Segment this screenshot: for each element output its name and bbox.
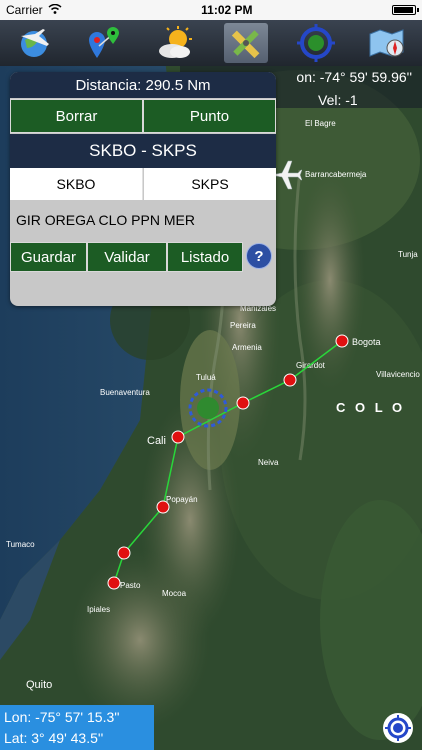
globe-plane-icon (21, 29, 50, 57)
city-label: Pasto (120, 581, 141, 590)
waypoint-marker[interactable] (107, 576, 121, 590)
cursor-coordinates: Lon: -75° 57' 15.3'' Lat: 3° 49' 43.5'' (0, 705, 154, 750)
distance-label: Distancia: 290.5 Nm (10, 72, 276, 98)
crosshair-target-icon (297, 24, 336, 62)
city-label: El Bagre (305, 119, 336, 128)
city-label: Popayán (166, 495, 198, 504)
wifi-icon (48, 3, 62, 17)
city-label: Neiva (258, 458, 279, 467)
locate-button[interactable] (383, 713, 413, 743)
waypoint-marker[interactable] (117, 546, 131, 560)
longitude-readout: on: -74° 59' 59.96'' (296, 69, 412, 85)
country-label: C O L O (336, 400, 405, 415)
cursor-longitude: Lon: -75° 57' 15.3'' (4, 709, 120, 725)
globe-plane-button[interactable] (13, 23, 57, 63)
route-input[interactable] (10, 200, 276, 240)
map-compass-button[interactable] (365, 23, 409, 63)
battery-level (393, 7, 413, 13)
city-label: Tuluá (196, 373, 216, 382)
route-panel: Distancia: 290.5 Nm Borrar Punto SKBO - … (10, 72, 276, 306)
city-label: Barrancabermeja (305, 170, 367, 179)
target-button[interactable] (294, 23, 338, 63)
origin-field[interactable]: SKBO (10, 168, 143, 200)
validate-button[interactable]: Validar (87, 242, 167, 272)
city-label: Quito (26, 679, 52, 691)
map-compass-icon (369, 29, 404, 57)
city-label: Villavicencio (376, 370, 420, 379)
weather-button[interactable] (154, 23, 198, 63)
city-label: Pereira (230, 321, 256, 330)
map-pins-icon (89, 27, 120, 58)
waypoints-button[interactable] (83, 23, 127, 63)
status-bar: Carrier 11:02 PM (0, 0, 422, 20)
clock: 11:02 PM (201, 3, 253, 17)
city-label: Armenia (232, 343, 262, 352)
waypoint-marker[interactable] (283, 373, 297, 387)
city-label: Tumaco (6, 540, 35, 549)
main-toolbar (0, 20, 422, 66)
route-title: SKBO - SKPS (10, 134, 276, 168)
waypoint-marker[interactable] (335, 334, 349, 348)
route-tools-icon (231, 30, 260, 59)
waypoint-marker[interactable] (236, 396, 250, 410)
city-label: Buenaventura (100, 388, 150, 397)
waypoint-marker[interactable] (171, 430, 185, 444)
battery-icon (391, 5, 419, 15)
route-button[interactable] (224, 23, 269, 63)
locate-icon (385, 715, 411, 741)
city-label: Cali (147, 435, 166, 447)
carrier-label: Carrier (6, 3, 43, 17)
velocity-readout: Vel: -1 (318, 92, 358, 108)
cursor-latitude: Lat: 3° 49' 43.5'' (4, 730, 104, 746)
weather-icon (158, 26, 192, 58)
delete-button[interactable]: Borrar (10, 99, 143, 133)
help-button[interactable]: ? (246, 243, 272, 269)
destination-field[interactable]: SKPS (144, 168, 276, 200)
city-label: Girardot (296, 361, 326, 370)
city-label: Bogota (352, 337, 381, 347)
city-label: Tunja (398, 250, 418, 259)
waypoint-marker[interactable] (156, 500, 170, 514)
point-button[interactable]: Punto (143, 99, 276, 133)
save-button[interactable]: Guardar (10, 242, 87, 272)
city-label: Ipiales (87, 605, 110, 614)
list-button[interactable]: Listado (167, 242, 243, 272)
city-label: Mocoa (162, 589, 187, 598)
